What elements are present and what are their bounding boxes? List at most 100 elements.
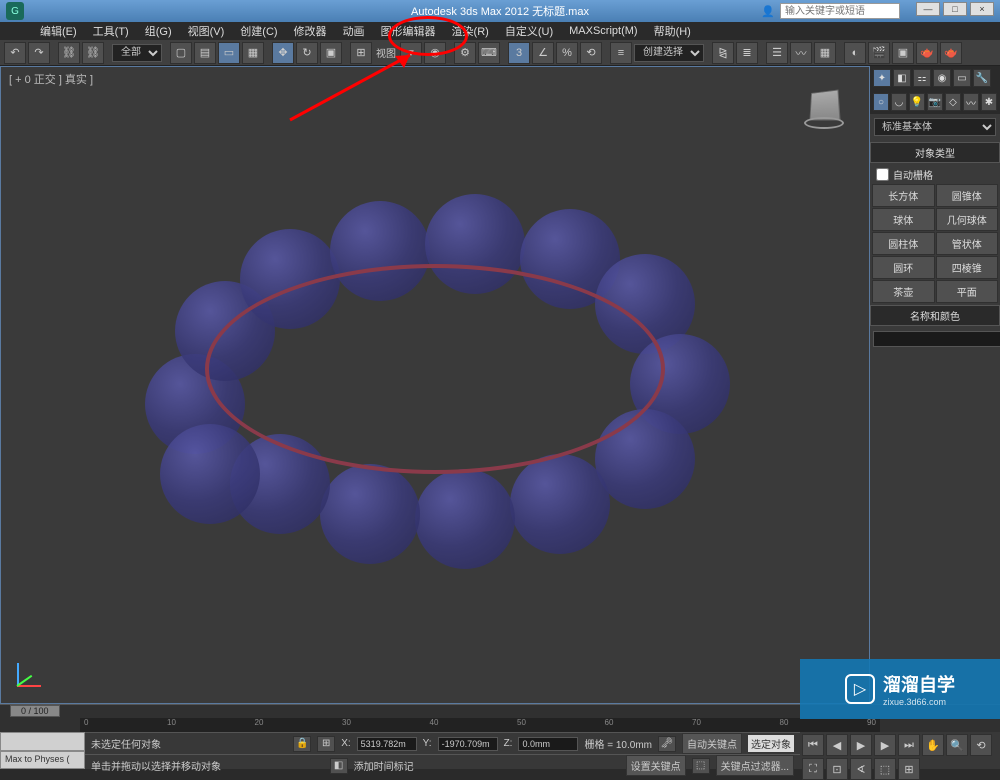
- max-viewport-button[interactable]: ⛶: [802, 758, 824, 780]
- object-name-input[interactable]: [873, 331, 1000, 347]
- menu-group[interactable]: 组(G): [137, 21, 180, 41]
- ref-coord-button[interactable]: ⊞: [350, 42, 372, 64]
- create-tab[interactable]: ✦: [873, 69, 891, 87]
- systems-subtab[interactable]: ✱: [981, 93, 997, 111]
- align-button[interactable]: ≣: [736, 42, 758, 64]
- coord-dropdown-button[interactable]: ▾: [400, 42, 422, 64]
- layers-button[interactable]: ☰: [766, 42, 788, 64]
- selection-filter-dropdown[interactable]: 全部: [112, 44, 162, 62]
- menu-graph-editors[interactable]: 图形编辑器: [373, 21, 444, 41]
- cylinder-button[interactable]: 圆柱体: [872, 232, 935, 255]
- render-button[interactable]: 🫖: [916, 42, 938, 64]
- undo-button[interactable]: ↶: [4, 42, 26, 64]
- object-type-rollout[interactable]: 对象类型: [870, 142, 1000, 163]
- render-setup-button[interactable]: 🎬: [868, 42, 890, 64]
- menu-views[interactable]: 视图(V): [180, 21, 233, 41]
- teapot-button[interactable]: 茶壶: [872, 280, 935, 303]
- search-input[interactable]: [780, 3, 900, 19]
- manipulate-button[interactable]: ⚙: [454, 42, 476, 64]
- key-filters-button[interactable]: 关键点过滤器...: [716, 755, 794, 776]
- spinner-snap-button[interactable]: ⟲: [580, 42, 602, 64]
- zoom-region-button[interactable]: ⬚: [874, 758, 896, 780]
- select-region-button[interactable]: ▭: [218, 42, 240, 64]
- display-tab[interactable]: ▭: [953, 69, 971, 87]
- cameras-subtab[interactable]: 📷: [927, 93, 943, 111]
- redo-button[interactable]: ↷: [28, 42, 50, 64]
- select-move-button[interactable]: ✥: [272, 42, 294, 64]
- lock-selection-button[interactable]: 🔒: [293, 736, 311, 752]
- minimize-button[interactable]: —: [916, 2, 940, 16]
- keyboard-shortcut-button[interactable]: ⌨: [478, 42, 500, 64]
- utilities-tab[interactable]: 🔧: [973, 69, 991, 87]
- maxscript-input[interactable]: Max to Physes (: [0, 751, 85, 770]
- viewport[interactable]: [ + 0 正交 ] 真实 ]: [0, 66, 870, 704]
- geosphere-button[interactable]: 几何球体: [936, 208, 999, 231]
- ring-object[interactable]: [205, 264, 665, 474]
- next-frame-button[interactable]: ▶: [874, 734, 896, 756]
- geometry-subtab[interactable]: ○: [873, 93, 889, 111]
- viewport-nav-button[interactable]: ⊞: [898, 758, 920, 780]
- viewcube[interactable]: [799, 85, 849, 135]
- mirror-button[interactable]: ⧎: [712, 42, 734, 64]
- tube-button[interactable]: 管状体: [936, 232, 999, 255]
- isolate-button[interactable]: ⊞: [317, 736, 335, 752]
- y-coord-input[interactable]: [438, 737, 498, 751]
- app-icon[interactable]: G: [6, 2, 24, 20]
- menu-help[interactable]: 帮助(H): [646, 21, 699, 41]
- modify-tab[interactable]: ◧: [893, 69, 911, 87]
- pan-button[interactable]: ✋: [922, 734, 944, 756]
- lights-subtab[interactable]: 💡: [909, 93, 925, 111]
- bead[interactable]: [415, 469, 515, 569]
- menu-rendering[interactable]: 渲染(R): [444, 21, 497, 41]
- named-selection-dropdown[interactable]: 创建选择集: [634, 44, 704, 62]
- goto-end-button[interactable]: ⏭: [898, 734, 920, 756]
- add-time-tag[interactable]: 添加时间标记: [354, 758, 414, 773]
- schematic-view-button[interactable]: ▦: [814, 42, 836, 64]
- menu-animation[interactable]: 动画: [335, 21, 373, 41]
- time-slider[interactable]: 0 / 100: [10, 705, 60, 717]
- maximize-button[interactable]: □: [943, 2, 967, 16]
- link-button[interactable]: ⛓: [58, 42, 80, 64]
- zoom-extents-button[interactable]: ⊡: [826, 758, 848, 780]
- viewport-label[interactable]: [ + 0 正交 ] 真实 ]: [9, 71, 93, 87]
- render-frame-button[interactable]: ▣: [892, 42, 914, 64]
- hierarchy-tab[interactable]: ⚏: [913, 69, 931, 87]
- helpers-subtab[interactable]: ◇: [945, 93, 961, 111]
- menu-customize[interactable]: 自定义(U): [497, 21, 561, 41]
- pyramid-button[interactable]: 四棱锥: [936, 256, 999, 279]
- shapes-subtab[interactable]: ◡: [891, 93, 907, 111]
- curve-editor-button[interactable]: 〰: [790, 42, 812, 64]
- torus-button[interactable]: 圆环: [872, 256, 935, 279]
- render-production-button[interactable]: 🫖: [940, 42, 962, 64]
- snap-toggle-button[interactable]: 3: [508, 42, 530, 64]
- time-ruler[interactable]: 0 10 20 30 40 50 60 70 80 90: [80, 718, 880, 732]
- orbit-button[interactable]: ⟲: [970, 734, 992, 756]
- plane-button[interactable]: 平面: [936, 280, 999, 303]
- auto-key-button[interactable]: 自动关键点: [682, 733, 742, 754]
- select-scale-button[interactable]: ▣: [320, 42, 342, 64]
- people-icon[interactable]: 👤: [758, 5, 778, 18]
- menu-modifiers[interactable]: 修改器: [286, 21, 335, 41]
- edit-named-selection-button[interactable]: ≡: [610, 42, 632, 64]
- percent-snap-button[interactable]: %: [556, 42, 578, 64]
- fov-button[interactable]: ∢: [850, 758, 872, 780]
- bead[interactable]: [320, 464, 420, 564]
- select-object-button[interactable]: ▢: [170, 42, 192, 64]
- sphere-button[interactable]: 球体: [872, 208, 935, 231]
- viewcube-cube[interactable]: [809, 90, 840, 121]
- prev-frame-button[interactable]: ◀: [826, 734, 848, 756]
- close-button[interactable]: ×: [970, 2, 994, 16]
- goto-start-button[interactable]: ⏮: [802, 734, 824, 756]
- select-rotate-button[interactable]: ↻: [296, 42, 318, 64]
- zoom-button[interactable]: 🔍: [946, 734, 968, 756]
- menu-edit[interactable]: 编辑(E): [32, 21, 85, 41]
- autogrid-checkbox[interactable]: [876, 168, 889, 181]
- use-pivot-button[interactable]: ◉: [424, 42, 446, 64]
- menu-maxscript[interactable]: MAXScript(M): [561, 23, 645, 39]
- time-tag-icon[interactable]: ◧: [330, 758, 348, 774]
- select-by-name-button[interactable]: ▤: [194, 42, 216, 64]
- menu-create[interactable]: 创建(C): [232, 21, 285, 41]
- unlink-button[interactable]: ⛓: [82, 42, 104, 64]
- window-crossing-button[interactable]: ▦: [242, 42, 264, 64]
- x-coord-input[interactable]: [357, 737, 417, 751]
